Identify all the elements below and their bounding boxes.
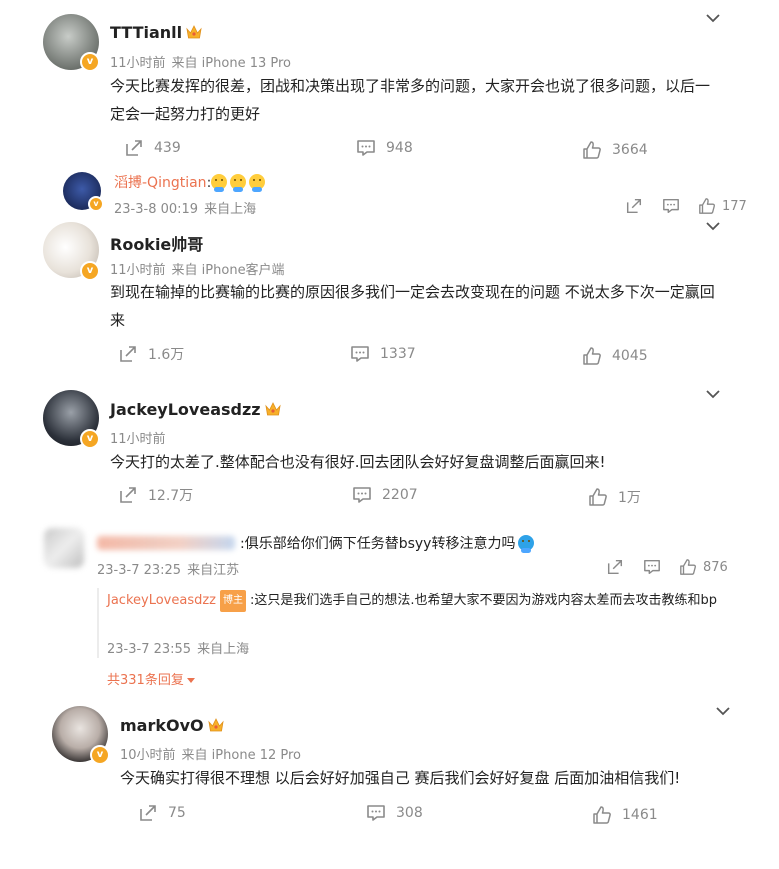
- share-icon[interactable]: [625, 197, 643, 215]
- username[interactable]: Rookie帅哥: [110, 231, 203, 255]
- comment-text: 今天确实打得很不理想 以后会好好加强自己 赛后我们会好好复盘 后面加油相信我们!: [120, 769, 681, 787]
- share-icon[interactable]: [606, 558, 624, 576]
- like-button[interactable]: 876: [679, 558, 728, 576]
- verified-badge-icon: v: [80, 429, 100, 449]
- share-button[interactable]: 12.7万: [118, 485, 193, 505]
- thumbs-up-icon: [679, 558, 697, 576]
- share-icon: [118, 485, 138, 505]
- crown-badge-icon: [265, 402, 281, 416]
- thumbs-up-icon: [592, 805, 612, 825]
- reply-meta: 23-3-7 23:25 来自江苏: [97, 563, 240, 578]
- chevron-down-icon[interactable]: [716, 706, 730, 716]
- like-button[interactable]: 4045: [582, 346, 648, 366]
- avatar[interactable]: [44, 528, 84, 568]
- nested-reply-text: JackeyLoveasdzz 博主:这只是我们选手自己的想法.也希望大家不要因为…: [107, 590, 727, 612]
- author-tag: 博主: [220, 590, 247, 612]
- comment-button[interactable]: 948: [356, 138, 413, 158]
- username[interactable]: markOvO: [120, 716, 224, 735]
- verified-badge-icon: v: [88, 196, 104, 212]
- comment-icon: [356, 138, 376, 158]
- blurred-username[interactable]: [97, 536, 235, 550]
- like-button[interactable]: 1万: [588, 487, 641, 507]
- nested-reply-divider: [97, 588, 99, 658]
- chevron-down-icon[interactable]: [706, 221, 720, 231]
- caret-down-icon: [186, 678, 195, 683]
- more-replies-link[interactable]: 共331条回复: [107, 669, 195, 688]
- username[interactable]: JackeyLoveasdzz: [110, 400, 281, 419]
- chevron-down-icon[interactable]: [706, 13, 720, 23]
- share-button[interactable]: 75: [138, 803, 186, 823]
- comment-icon[interactable]: [662, 197, 680, 215]
- share-icon: [118, 344, 138, 364]
- hug-emoji-icon: [211, 174, 228, 192]
- verified-badge-icon: v: [90, 745, 110, 765]
- reply-header: 滔搏-Qingtian:: [114, 172, 268, 192]
- hug-emoji-icon: [249, 174, 266, 192]
- comment-text: 今天比赛发挥的很差，团战和决策出现了非常多的问题，大家开会也说了很多问题，以后一…: [110, 77, 711, 123]
- hug-emoji-icon: [230, 174, 247, 192]
- like-button[interactable]: 177: [698, 197, 747, 215]
- doraemon-emoji-icon: [518, 535, 535, 553]
- comment-button[interactable]: 2207: [352, 485, 418, 505]
- comment-text: 到现在输掉的比赛输的比赛的原因很多我们一定会去改变现在的问题 不说太多下次一定赢…: [110, 283, 715, 329]
- comment-meta: 10小时前 来自 iPhone 12 Pro: [120, 748, 301, 763]
- reply-meta: 23-3-8 00:19 来自上海: [114, 202, 257, 217]
- comment-icon: [366, 803, 386, 823]
- comment-meta: 11小时前: [110, 432, 166, 447]
- like-button[interactable]: 1461: [592, 805, 658, 825]
- nested-reply-username[interactable]: JackeyLoveasdzz: [107, 593, 216, 608]
- thumbs-up-icon: [698, 197, 716, 215]
- share-button[interactable]: 1.6万: [118, 344, 184, 364]
- username[interactable]: TTTianll: [110, 23, 202, 42]
- verified-badge-icon: v: [80, 261, 100, 281]
- comment-meta: 11小时前 来自 iPhone 13 Pro: [110, 56, 291, 71]
- share-icon: [138, 803, 158, 823]
- share-icon: [124, 138, 144, 158]
- comment-icon: [350, 344, 370, 364]
- chevron-down-icon[interactable]: [706, 389, 720, 399]
- comment-button[interactable]: 1337: [350, 344, 416, 364]
- comment-button[interactable]: 308: [366, 803, 423, 823]
- share-button[interactable]: 439: [124, 138, 181, 158]
- comment-icon: [352, 485, 372, 505]
- reply-text: :俱乐部给你们俩下任务替bsyy转移注意力吗: [240, 533, 537, 553]
- verified-badge-icon: v: [80, 52, 100, 72]
- thumbs-up-icon: [582, 140, 602, 160]
- crown-badge-icon: [208, 718, 224, 732]
- comment-meta: 11小时前 来自 iPhone客户端: [110, 263, 285, 278]
- reply-username[interactable]: 滔搏-Qingtian: [114, 175, 207, 191]
- comment-text: 今天打的太差了.整体配合也没有很好.回去团队会好好复盘调整后面赢回来!: [110, 453, 606, 471]
- thumbs-up-icon: [582, 346, 602, 366]
- like-button[interactable]: 3664: [582, 140, 648, 160]
- nested-reply-meta: 23-3-7 23:55 来自上海: [107, 642, 250, 657]
- crown-badge-icon: [186, 25, 202, 39]
- thumbs-up-icon: [588, 487, 608, 507]
- comment-icon[interactable]: [643, 558, 661, 576]
